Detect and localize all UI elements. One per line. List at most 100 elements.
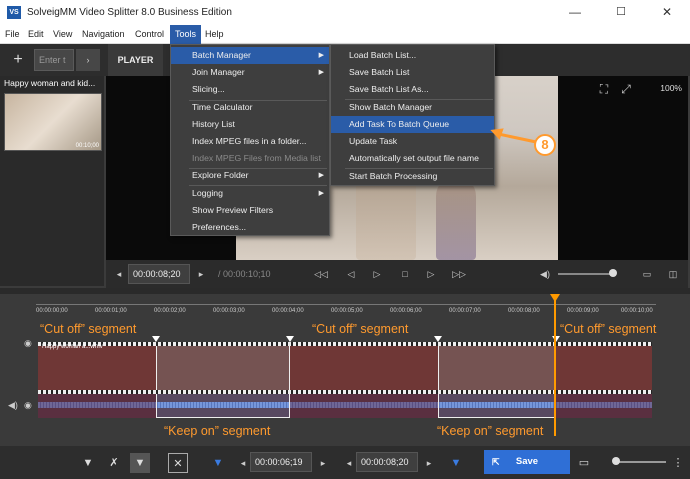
prev-time-icon[interactable]: ◂ (110, 264, 128, 284)
submenu-arrow-icon: ▶ (318, 52, 324, 59)
menu-item-slicing[interactable]: Slicing... (171, 81, 329, 98)
media-clip-thumbnail[interactable]: 00:10;00 (4, 93, 102, 151)
menu-item-show-preview-filters[interactable]: Show Preview Filters (171, 202, 329, 219)
menu-item-logging[interactable]: Logging ▶ (171, 185, 329, 202)
timeline[interactable]: 00:00:00;00 00:00:01;00 00:00:02;00 00:0… (0, 294, 690, 446)
submenu-item-load-batch-list[interactable]: Load Batch List... (331, 47, 494, 64)
cut-off-segment[interactable] (556, 342, 652, 418)
fullscreen-icon[interactable]: ⤢ (616, 82, 636, 100)
menu-tools[interactable]: Tools (170, 25, 202, 44)
batch-manager-submenu: Load Batch List... Save Batch List Save … (330, 44, 495, 186)
menu-item-label: Join Manager (192, 67, 245, 77)
go-to-start-marker-icon[interactable]: ▼ (208, 453, 228, 473)
save-export-icon: ⇱ (492, 457, 500, 467)
step-number-badge: 8 (534, 134, 556, 156)
bottom-toolbar: ▼ ✗ ▼ ✕ ▼ ◂ 00:00:06;19 ▸ ◂ 00:00:08;20 … (0, 446, 690, 479)
close-button[interactable]: ✕ (644, 0, 690, 25)
time-ruler[interactable]: 00:00:00;00 00:00:01;00 00:00:02;00 00:0… (36, 294, 656, 324)
submenu-item-show-batch-manager[interactable]: Show Batch Manager (331, 99, 494, 116)
media-clip-name[interactable]: Happy woman and kid... (4, 78, 104, 90)
menu-item-index-mpeg-folder[interactable]: Index MPEG files in a folder... (171, 133, 329, 150)
menu-item-explore-folder[interactable]: Explore Folder ▶ (171, 167, 329, 184)
output-folder-icon[interactable]: ▭ (574, 453, 594, 473)
stop-icon[interactable]: □ (396, 264, 414, 284)
save-button[interactable]: ⇱ Save (484, 450, 570, 474)
segment-marker[interactable] (434, 336, 442, 342)
audio-track-speaker-icon[interactable]: ◀) (8, 400, 18, 411)
menu-help[interactable]: Help (200, 25, 229, 44)
menu-edit[interactable]: Edit (23, 25, 49, 44)
menu-item-history-list[interactable]: History List (171, 116, 329, 133)
menu-item-preferences[interactable]: Preferences... (171, 219, 329, 236)
tab-player[interactable]: PLAYER (108, 44, 163, 76)
maximize-button[interactable]: ☐ (598, 0, 644, 25)
submenu-item-save-batch-list-as[interactable]: Save Batch List As... (331, 81, 494, 98)
timeline-zoom-slider[interactable] (618, 461, 666, 463)
current-time-field[interactable]: 00:00:08;20 (128, 264, 190, 284)
submenu-arrow-icon: ▶ (318, 172, 324, 179)
marker-start-time[interactable]: 00:00:06;19 (250, 452, 312, 472)
keep-on-segment[interactable] (156, 342, 290, 418)
cut-off-annotation-3: “Cut off” segment (560, 322, 657, 336)
video-figure-kid (436, 176, 476, 260)
marker-end-time[interactable]: 00:00:08;20 (356, 452, 418, 472)
ruler-tick: 00:00:09;00 (567, 308, 599, 314)
crop-icon[interactable]: ⛶ (594, 82, 614, 100)
next-marker-time-icon[interactable]: ▸ (314, 453, 332, 473)
nav-arrow-button[interactable]: › (76, 49, 100, 71)
folder-icon[interactable]: ▭ (638, 264, 656, 284)
menu-item-join-manager[interactable]: Join Manager ▶ (171, 64, 329, 81)
go-to-end-marker-icon[interactable]: ▼ (446, 453, 466, 473)
play-icon[interactable]: ▷ (368, 264, 386, 284)
submenu-item-auto-output-name[interactable]: Automatically set output file name (331, 150, 494, 167)
submenu-item-update-task[interactable]: Update Task (331, 133, 494, 150)
menu-navigation[interactable]: Navigation (77, 25, 130, 44)
segment-marker[interactable] (152, 336, 160, 342)
timeline-zoom-knob[interactable] (612, 457, 620, 465)
keep-on-annotation-2: “Keep on” segment (437, 424, 544, 438)
audio-track-eye-icon[interactable]: ◉ (24, 400, 32, 411)
add-media-button[interactable]: + (8, 50, 28, 70)
playhead-handle[interactable] (550, 294, 560, 302)
menu-control[interactable]: Control (130, 25, 169, 44)
cut-off-segment[interactable] (290, 342, 438, 418)
submenu-item-save-batch-list[interactable]: Save Batch List (331, 64, 494, 81)
ruler-tick: 00:00:04;00 (272, 308, 304, 314)
cut-segment-icon[interactable]: ▼ (130, 453, 150, 473)
playhead-line[interactable] (554, 294, 556, 436)
submenu-arrow-icon: ▶ (318, 190, 324, 197)
next-keyframe-icon[interactable]: ▷▷ (450, 264, 468, 284)
search-input[interactable]: Enter t (34, 49, 74, 71)
prev-keyframe-icon[interactable]: ◁◁ (312, 264, 330, 284)
menu-item-label: Explore Folder (192, 170, 249, 180)
keep-on-segment[interactable] (438, 342, 556, 418)
submenu-item-start-batch-processing[interactable]: Start Batch Processing (331, 168, 494, 185)
next-time-icon[interactable]: ▸ (192, 264, 210, 284)
menu-item-label: Index MPEG Files from Media list (192, 153, 321, 163)
submenu-item-add-task-to-batch-queue[interactable]: Add Task To Batch Queue (331, 116, 494, 133)
volume-icon[interactable]: ◀) (536, 264, 554, 284)
segment-marker[interactable] (286, 336, 294, 342)
menu-file[interactable]: File (0, 25, 25, 44)
snapshot-icon[interactable]: ◫ (664, 264, 682, 284)
menu-view[interactable]: View (48, 25, 77, 44)
prev-frame-icon[interactable]: ◁ (342, 264, 360, 284)
zoom-level[interactable]: 100% (660, 83, 682, 93)
next-marker-time-icon-2[interactable]: ▸ (420, 453, 438, 473)
mute-segment-icon[interactable]: ✕ (168, 453, 188, 473)
remove-marker-icon[interactable]: ✗ (104, 453, 124, 473)
more-options-icon[interactable]: ⋮ (668, 453, 688, 473)
video-track-eye-icon[interactable]: ◉ (24, 338, 32, 349)
cut-off-annotation-2: “Cut off” segment (312, 322, 409, 336)
cut-off-segment[interactable] (38, 342, 156, 418)
menu-item-index-mpeg-media-list: Index MPEG Files from Media list (171, 150, 329, 167)
volume-knob[interactable] (609, 269, 617, 277)
menu-item-time-calculator[interactable]: Time Calculator (171, 99, 329, 116)
ruler-tick: 00:00:01;00 (95, 308, 127, 314)
title-bar: VS SolveigMM Video Splitter 8.0 Business… (0, 0, 690, 25)
minimize-button[interactable]: — (552, 0, 598, 25)
volume-slider[interactable] (558, 273, 616, 275)
add-marker-icon[interactable]: ▼ (78, 453, 98, 473)
menu-item-batch-manager[interactable]: Batch Manager ▶ (171, 47, 329, 64)
next-frame-icon[interactable]: ▷ (422, 264, 440, 284)
